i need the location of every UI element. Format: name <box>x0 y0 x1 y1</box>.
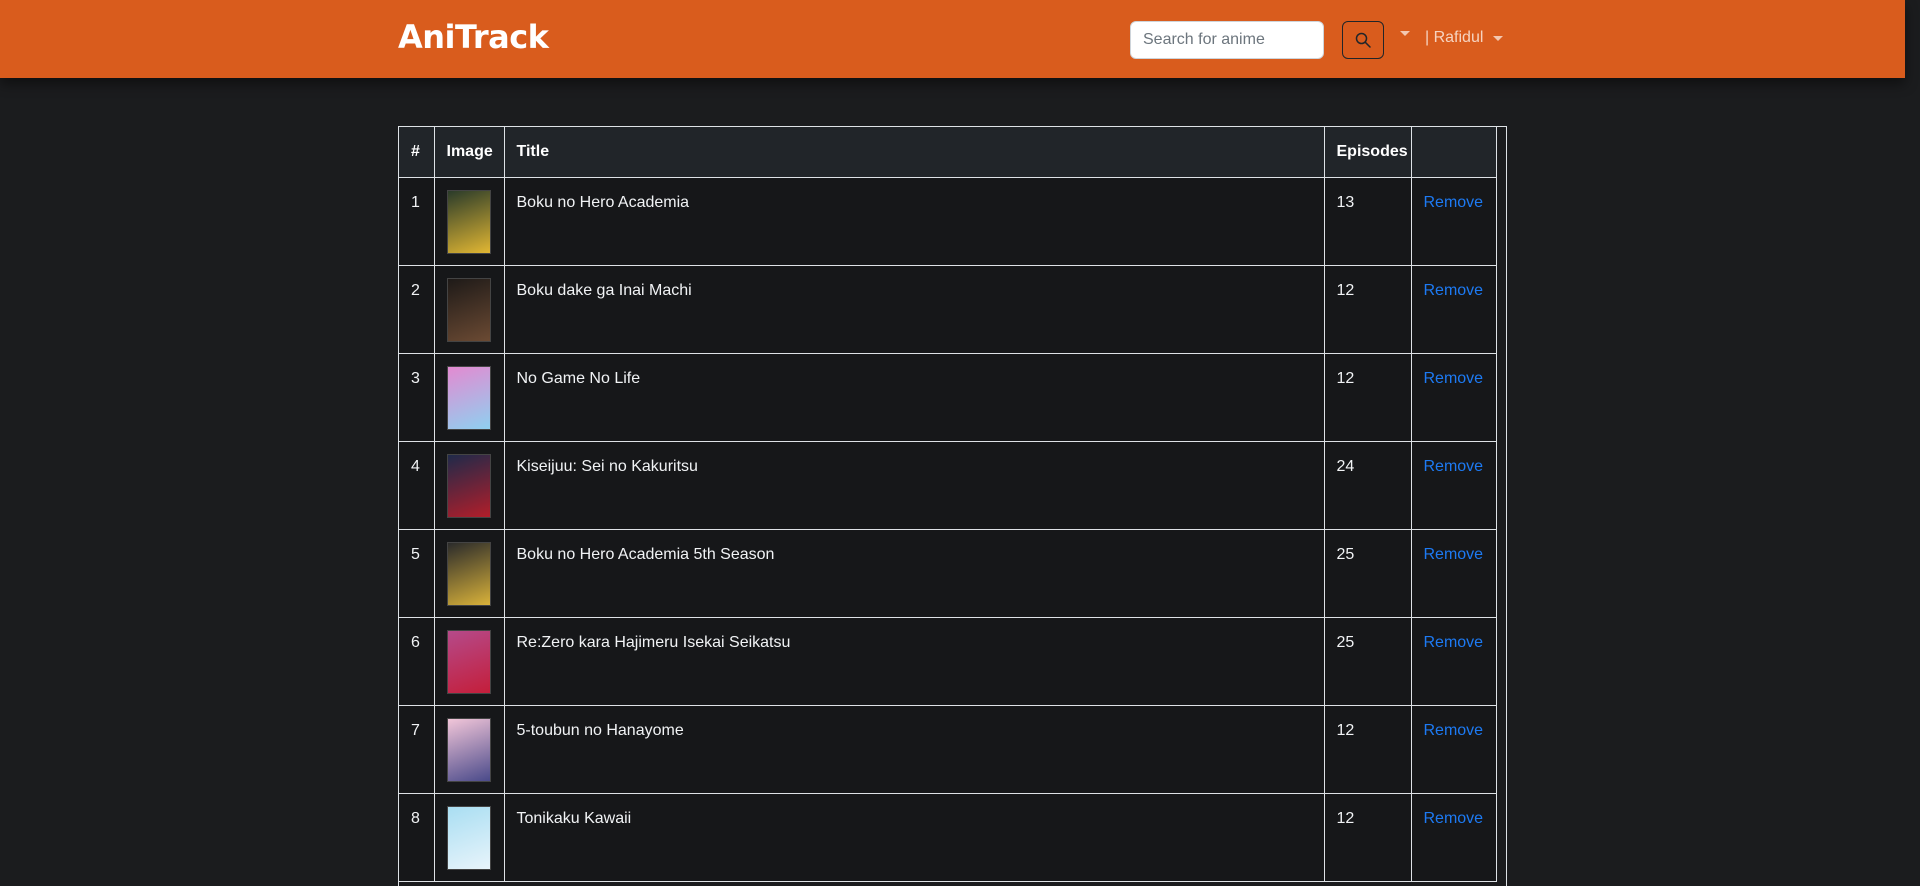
table-header-row: # Image Title Episodes <box>399 127 1497 178</box>
row-number: 2 <box>399 265 435 354</box>
table-row: 8 Tonikaku Kawaii 12 Remove <box>399 793 1497 882</box>
row-action-cell: Remove <box>1410 265 1497 354</box>
user-name: | Rafidul <box>1425 29 1484 46</box>
chevron-down-icon <box>1493 35 1504 41</box>
anime-poster <box>446 718 491 782</box>
remove-link[interactable]: Remove <box>1424 810 1484 827</box>
search-icon <box>1355 32 1371 48</box>
row-action-cell: Remove <box>1410 793 1497 882</box>
table-body: 1 Boku no Hero Academia 13 Remove 2 Boku dake… <box>399 177 1497 882</box>
table-row: 5 Boku no Hero Academia 5th Season 25 Remov… <box>399 529 1497 618</box>
row-image-cell <box>433 617 505 706</box>
row-title: Boku no Hero Academia <box>503 177 1325 266</box>
remove-link[interactable]: Remove <box>1424 546 1484 563</box>
header-episodes: Episodes <box>1323 127 1412 178</box>
anime-poster <box>446 806 491 870</box>
remove-link[interactable]: Remove <box>1424 722 1484 739</box>
anime-poster <box>446 542 491 606</box>
row-number: 1 <box>399 177 435 266</box>
row-episodes: 12 <box>1323 705 1412 794</box>
row-number: 8 <box>399 793 435 882</box>
table-row: 4 Kiseijuu: Sei no Kakuritsu 24 Remove <box>399 441 1497 530</box>
search-button[interactable] <box>1342 21 1384 59</box>
user-menu[interactable]: | Rafidul <box>1425 29 1504 47</box>
brand-logo[interactable]: AniTrack <box>398 18 549 56</box>
row-episodes: 13 <box>1323 177 1412 266</box>
row-number: 4 <box>399 441 435 530</box>
header-actions <box>1410 127 1497 178</box>
row-episodes: 24 <box>1323 441 1412 530</box>
anime-poster <box>446 278 491 342</box>
row-action-cell: Remove <box>1410 177 1497 266</box>
row-episodes: 12 <box>1323 353 1412 442</box>
row-image-cell <box>433 441 505 530</box>
row-action-cell: Remove <box>1410 529 1497 618</box>
row-episodes: 25 <box>1323 617 1412 706</box>
header-number: # <box>399 127 435 178</box>
row-title: Kiseijuu: Sei no Kakuritsu <box>503 441 1325 530</box>
row-number: 5 <box>399 529 435 618</box>
row-number: 7 <box>399 705 435 794</box>
anime-poster <box>446 190 491 254</box>
row-action-cell: Remove <box>1410 705 1497 794</box>
row-image-cell <box>433 265 505 354</box>
watchlist-table: # Image Title Episodes 1 Boku no Hero Aca… <box>399 127 1497 882</box>
navbar: AniTrack | Rafidul <box>0 0 1905 78</box>
anime-poster <box>446 454 491 518</box>
row-number: 3 <box>399 353 435 442</box>
nav-dropdown-toggle[interactable] <box>1400 31 1410 36</box>
row-episodes: 12 <box>1323 265 1412 354</box>
anime-poster <box>446 630 491 694</box>
remove-link[interactable]: Remove <box>1424 282 1484 299</box>
remove-link[interactable]: Remove <box>1424 194 1484 211</box>
row-title: No Game No Life <box>503 353 1325 442</box>
row-action-cell: Remove <box>1410 353 1497 442</box>
row-image-cell <box>433 353 505 442</box>
row-action-cell: Remove <box>1410 441 1497 530</box>
header-image: Image <box>433 127 505 178</box>
row-episodes: 25 <box>1323 529 1412 618</box>
table-row: 6 Re:Zero kara Hajimeru Isekai Seikatsu 25… <box>399 617 1497 706</box>
watchlist-table-container: # Image Title Episodes 1 Boku no Hero Aca… <box>398 126 1507 886</box>
row-number: 6 <box>399 617 435 706</box>
row-image-cell <box>433 705 505 794</box>
table-row: 1 Boku no Hero Academia 13 Remove <box>399 177 1497 266</box>
row-image-cell <box>433 793 505 882</box>
table-row: 2 Boku dake ga Inai Machi 12 Remove <box>399 265 1497 354</box>
row-episodes: 12 <box>1323 793 1412 882</box>
row-title: Tonikaku Kawaii <box>503 793 1325 882</box>
search-input[interactable] <box>1130 21 1324 59</box>
row-title: Re:Zero kara Hajimeru Isekai Seikatsu <box>503 617 1325 706</box>
row-title: 5-toubun no Hanayome <box>503 705 1325 794</box>
row-image-cell <box>433 177 505 266</box>
table-row: 7 5-toubun no Hanayome 12 Remove <box>399 705 1497 794</box>
row-image-cell <box>433 529 505 618</box>
row-action-cell: Remove <box>1410 617 1497 706</box>
anime-poster <box>446 366 491 430</box>
header-title: Title <box>503 127 1325 178</box>
remove-link[interactable]: Remove <box>1424 458 1484 475</box>
remove-link[interactable]: Remove <box>1424 634 1484 651</box>
table-row: 3 No Game No Life 12 Remove <box>399 353 1497 442</box>
row-title: Boku dake ga Inai Machi <box>503 265 1325 354</box>
row-title: Boku no Hero Academia 5th Season <box>503 529 1325 618</box>
remove-link[interactable]: Remove <box>1424 370 1484 387</box>
